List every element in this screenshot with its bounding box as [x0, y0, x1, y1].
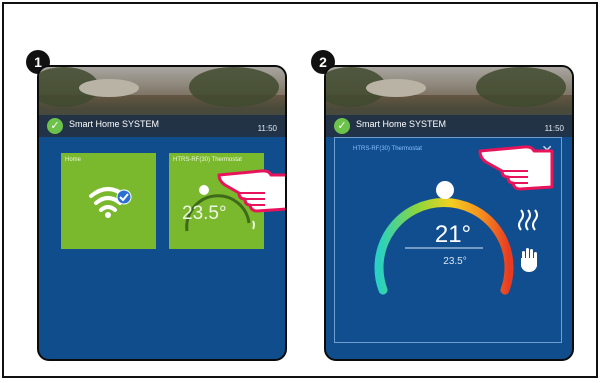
set-temperature: 21°	[434, 221, 472, 248]
status-check-icon: ✓	[47, 118, 63, 134]
status-check-icon: ✓	[334, 118, 350, 134]
heating-icon	[518, 209, 538, 231]
clock-time: 11:50	[544, 124, 564, 133]
home-tile[interactable]: Home	[61, 153, 156, 249]
phone-screen-step-1: ✓ Smart Home SYSTEM 11:50 Home HTRS-RF(3…	[37, 65, 287, 361]
app-name: Smart Home SYSTEM	[69, 119, 160, 129]
current-temperature: 23.5°	[443, 256, 467, 267]
phone-screen-step-2: ✓ Smart Home SYSTEM 11:50 HTRS-RF(30) Th…	[324, 65, 574, 361]
fountain-shape	[79, 79, 139, 97]
fountain-shape	[366, 79, 426, 97]
pointing-hand-icon	[478, 145, 554, 191]
header-bar: ✓ Smart Home SYSTEM 11:50	[39, 115, 285, 137]
home-tile-label: Home	[65, 157, 82, 163]
tree-shape	[189, 67, 279, 107]
app-name: Smart Home SYSTEM	[356, 119, 447, 129]
clock-time: 11:50	[257, 124, 277, 133]
header-photo: ✓ Smart Home SYSTEM 11:50	[39, 67, 285, 137]
pointing-hand-icon	[217, 169, 285, 213]
manual-mode-icon	[521, 248, 537, 272]
header-photo: ✓ Smart Home SYSTEM 11:50	[326, 67, 572, 137]
header-bar: ✓ Smart Home SYSTEM 11:50	[326, 115, 572, 137]
wifi-icon	[89, 187, 132, 218]
tree-shape	[476, 67, 566, 107]
